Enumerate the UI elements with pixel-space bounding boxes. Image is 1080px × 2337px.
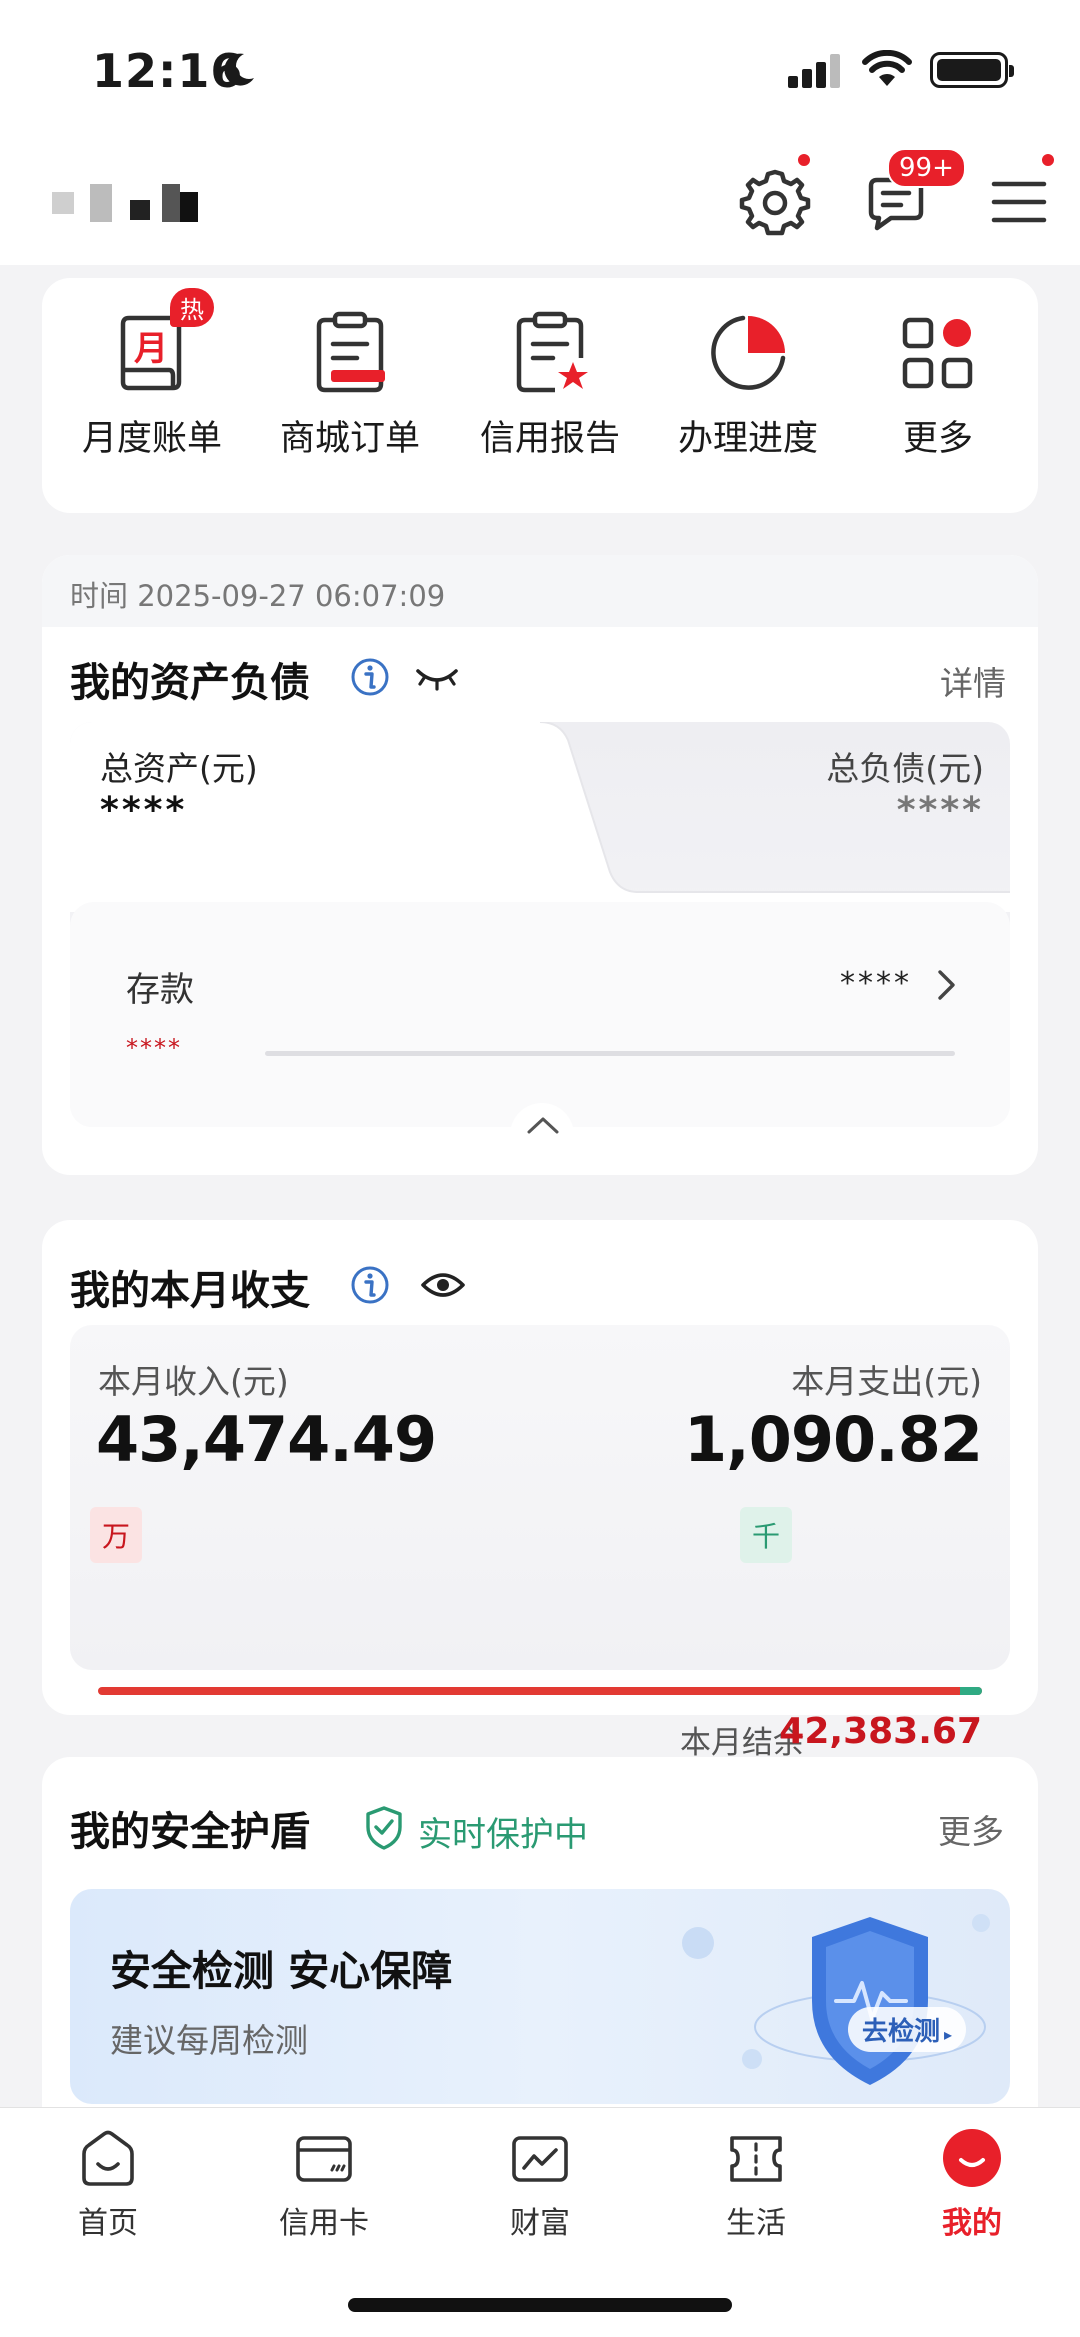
tab-home[interactable]: 首页 xyxy=(28,2126,188,2242)
total-assets-label: 总资产(元) xyxy=(100,749,258,788)
quick-more[interactable]: 更多 xyxy=(848,308,1028,461)
more-grid-icon xyxy=(902,317,973,389)
tab-label: 我的 xyxy=(942,2206,1002,2241)
signal-icon xyxy=(788,54,840,88)
tab-life[interactable]: 生活 xyxy=(676,2126,836,2242)
menu-icon[interactable] xyxy=(980,160,1060,240)
monthly-income-card: 我的本月收支 本月收入(元) 43,474.49 万 本月支出(元) 1,090… xyxy=(42,1220,1038,1761)
detect-button[interactable]: 去检测 ▸ xyxy=(848,2007,967,2052)
eye-open-icon[interactable] xyxy=(420,1268,466,1302)
total-liabilities-value: **** xyxy=(896,790,984,831)
quick-credit-report[interactable]: 信用报告 xyxy=(460,308,640,461)
quick-label: 更多 xyxy=(902,419,973,459)
profile-icon xyxy=(943,2129,1001,2187)
quick-label: 办理进度 xyxy=(677,419,818,459)
message-badge: 99+ xyxy=(887,148,966,188)
expense-share-bar xyxy=(960,1687,982,1695)
income-expense-bar xyxy=(98,1687,982,1695)
wealth-chart-icon xyxy=(512,2136,568,2182)
deposit-label: 存款 xyxy=(126,970,194,1010)
tab-mine[interactable]: 我的 xyxy=(892,2126,1052,2242)
moon-icon xyxy=(224,53,254,86)
timestamp: 时间 2025-09-27 06:07:09 xyxy=(70,579,446,613)
shield-title: 我的安全护盾 xyxy=(70,1809,310,1855)
timestamp-bar: 时间 2025-09-27 06:07:09 xyxy=(42,555,1038,627)
svg-text:月: 月 xyxy=(134,329,168,369)
info-icon[interactable] xyxy=(350,657,390,697)
home-icon xyxy=(82,2130,134,2186)
chevron-up-icon xyxy=(527,1117,559,1134)
assets-title: 我的资产负债 xyxy=(70,660,310,706)
quick-monthly-bill[interactable]: 月 月度账单 xyxy=(62,308,242,461)
shield-more-link[interactable]: 更多 xyxy=(938,1805,1004,1853)
income-unit-tag: 万 xyxy=(90,1507,143,1563)
security-banner[interactable]: 安全检测 安心保障 建议每周检测 去检测 ▸ xyxy=(70,1889,1010,2104)
total-liabilities-label: 总负债(元) xyxy=(826,749,984,788)
home-indicator xyxy=(348,2298,732,2312)
battery-icon xyxy=(930,52,1014,88)
income-panel: 本月收入(元) 43,474.49 万 本月支出(元) 1,090.82 千 本… xyxy=(70,1325,1010,1761)
eye-closed-icon[interactable] xyxy=(414,663,460,693)
gear-icon[interactable] xyxy=(735,160,815,240)
tab-label: 财富 xyxy=(510,2206,570,2241)
detect-button-label: 去检测 xyxy=(862,2017,941,2047)
income-value: 43,474.49 xyxy=(96,1403,437,1476)
quick-label: 商城订单 xyxy=(279,419,420,459)
security-shield-card: 我的安全护盾 实时保护中 更多 安全检测 安心保障 建议每周检测 去检测 ▸ xyxy=(42,1757,1038,2137)
banner-subtitle: 建议每周检测 xyxy=(110,2021,308,2060)
settings-dot xyxy=(796,152,812,168)
total-assets-value: **** xyxy=(100,790,188,831)
assets-liabilities-card: 时间 2025-09-27 06:07:09 我的资产负债 详情 总资产(元) … xyxy=(42,555,1038,1175)
info-icon[interactable] xyxy=(350,1265,390,1305)
deposit-value: **** xyxy=(840,966,912,1001)
tab-label: 生活 xyxy=(726,2206,786,2241)
caret-right-icon: ▸ xyxy=(944,2025,953,2044)
menu-dot xyxy=(1040,152,1056,168)
credit-card-icon xyxy=(296,2136,352,2182)
quick-label: 月度账单 xyxy=(81,419,222,459)
tab-wealth[interactable]: 财富 xyxy=(460,2126,620,2242)
balance-value: 42,383.67 xyxy=(779,1711,982,1752)
status-bar: 12:16 xyxy=(0,0,1080,130)
chevron-right-icon xyxy=(938,970,955,1000)
wifi-icon xyxy=(862,50,912,86)
progress-icon xyxy=(711,315,786,390)
tab-label: 信用卡 xyxy=(279,2206,369,2241)
expense-value: 1,090.82 xyxy=(684,1403,983,1476)
quick-mall-order[interactable]: 商城订单 xyxy=(260,308,440,461)
top-header: 99+ xyxy=(0,130,1080,265)
deposit-sub-value: **** xyxy=(126,1034,182,1062)
assets-detail-link[interactable]: 详情 xyxy=(940,657,1006,705)
expense-label: 本月支出(元) xyxy=(791,1362,982,1401)
hot-badge: 热 xyxy=(170,288,214,327)
tab-label: 首页 xyxy=(78,2206,138,2241)
deposit-bar xyxy=(265,1051,955,1056)
expense-unit-tag: 千 xyxy=(740,1507,793,1563)
credit-report-icon xyxy=(516,311,588,393)
shield-status: 实时保护中 xyxy=(418,1815,588,1855)
avatar[interactable] xyxy=(52,182,207,226)
mall-order-icon xyxy=(316,311,385,393)
asset-panel: 总资产(元) **** 总负债(元) **** 存款 **** **** xyxy=(70,722,1010,1127)
income-title: 我的本月收支 xyxy=(70,1268,310,1314)
deposit-row[interactable]: 存款 **** **** xyxy=(70,902,1010,1127)
shield-check-icon xyxy=(366,1806,402,1850)
quick-label: 信用报告 xyxy=(479,419,620,459)
quick-progress[interactable]: 办理进度 xyxy=(658,308,838,461)
banner-title: 安全检测 安心保障 xyxy=(110,1947,453,1995)
ticket-icon xyxy=(730,2136,782,2182)
quick-actions-card: 月 月度账单 热 商城订单 信用报告 办理进度 更多 xyxy=(42,278,1038,513)
income-label: 本月收入(元) xyxy=(98,1362,289,1401)
tab-credit-card[interactable]: 信用卡 xyxy=(244,2126,404,2242)
decor-bubble xyxy=(682,1927,714,1959)
